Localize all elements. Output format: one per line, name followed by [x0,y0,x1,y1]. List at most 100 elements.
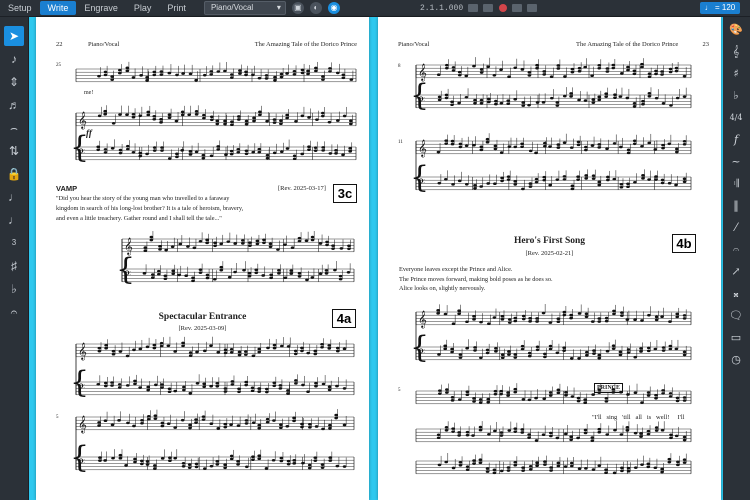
notehead [513,390,518,394]
notehead [618,353,623,357]
mode-tab-setup[interactable]: Setup [0,1,40,15]
notehead [674,434,679,438]
notehead [300,71,305,75]
palette-icon[interactable]: 🎨 [727,21,745,39]
notehead [194,465,199,469]
notehead [676,463,680,467]
score-page-right[interactable]: Piano/Vocal The Amazing Tale of the Dori… [378,17,721,500]
select-arrow-icon[interactable]: ➤ [4,26,24,46]
clef-icon[interactable]: 𝄞 [727,43,745,61]
notehead [96,145,100,149]
note-input-icon[interactable]: ♪ [4,49,24,69]
score-page-left[interactable]: 22 Piano/Vocal The Amazing Tale of the D… [36,17,369,500]
metronome-button[interactable] [527,4,538,12]
key-icon[interactable]: 𝄐 [4,302,24,322]
lyrics-icon[interactable]: ♬ [4,95,24,115]
notehead [548,321,553,324]
chord-icon[interactable]: ♭ [4,279,24,299]
mode-tab-play[interactable]: Play [126,1,160,15]
mixer-icon[interactable]: ◉ [327,2,340,14]
notehead [279,423,283,426]
lock-icon[interactable]: 🔒 [4,164,24,184]
notehead [331,247,335,250]
notehead [584,148,588,152]
notehead [277,269,281,272]
record-icon[interactable] [499,4,508,12]
slur-icon[interactable]: ⌢ [4,118,24,138]
dynamics-icon[interactable]: f [727,131,745,149]
grace-note-icon[interactable]: ♩ [4,187,24,207]
notehead [661,102,666,105]
notehead [500,353,505,357]
layout-selector[interactable]: Piano/Vocal [203,1,286,15]
notehead [147,414,151,418]
tempo-icon[interactable]: ◷ [727,351,745,369]
text-icon[interactable]: 𝄪 [727,285,745,303]
notehead [292,416,296,420]
notehead [210,115,214,119]
notehead [457,179,462,183]
notehead [486,65,490,69]
notehead [103,419,108,423]
gear-icon[interactable] [4,17,24,23]
notehead [646,346,651,350]
view-options-icon[interactable]: ▣ [291,2,304,14]
rewind-button[interactable] [468,4,479,12]
click-button[interactable] [512,4,523,12]
notehead [543,141,547,145]
mode-tab-print[interactable]: Print [159,1,194,15]
accidental-icon[interactable]: ♭ [727,87,745,105]
notehead [499,434,504,437]
notehead [619,185,624,189]
holds-icon[interactable]: 𝄐 [727,241,745,259]
bars-icon[interactable]: ‖ [727,197,745,215]
notehead [682,353,687,357]
tuplet-icon[interactable]: 3 [4,233,24,253]
notehead [314,425,319,428]
notehead [590,439,595,442]
comments-icon[interactable]: 🗨 [727,307,745,325]
notehead [152,117,157,121]
play-button[interactable] [483,4,494,12]
notehead [306,72,310,76]
notehead [341,76,346,80]
notehead [320,345,324,349]
ornament-icon[interactable]: ♯ [4,256,24,276]
notehead [548,394,553,397]
notehead [604,468,608,471]
chord-symbols-icon[interactable]: ▭ [727,329,745,347]
notehead [104,346,108,350]
notehead [682,458,687,461]
notehead [188,150,193,153]
notehead [154,383,158,387]
notehead [342,423,347,427]
voices-icon[interactable]: ⇅ [4,141,24,161]
mode-tab-write[interactable]: Write [39,1,77,15]
display-icon[interactable]: ◐ [309,2,322,14]
ornaments-icon[interactable]: ~ [727,153,745,171]
right-notations-panel: 🎨 𝄞 ♯ ♭ 4/4 f ~ 𝄇 ‖ ⁄ 𝄐 ↗ 𝄪 🗨 ▭ ◷ [722,17,750,500]
insert-icon[interactable]: ⇕ [4,72,24,92]
notehead [457,431,461,434]
notehead [292,419,296,423]
notehead [255,239,260,243]
key-signature-icon[interactable]: ♯ [727,65,745,83]
notehead [458,353,463,356]
notehead [97,346,102,350]
notehead [261,274,265,277]
notehead [543,144,547,148]
notehead [521,104,526,107]
notehead [443,312,448,316]
time-signature-icon[interactable]: 4/4 [727,109,745,127]
mode-tab-engrave[interactable]: Engrave [76,1,126,15]
notehead [97,421,101,424]
notehead [265,417,270,421]
lines-icon[interactable]: ⁄ [727,219,745,237]
rest-icon[interactable]: ♩ [4,210,24,230]
notehead [194,110,199,113]
notehead [457,312,461,316]
tempo-display[interactable]: ♩ = 120 [700,2,740,14]
repeat-icon[interactable]: 𝄇 [727,175,745,193]
notehead [223,422,228,426]
playing-techniques-icon[interactable]: ↗ [727,263,745,281]
